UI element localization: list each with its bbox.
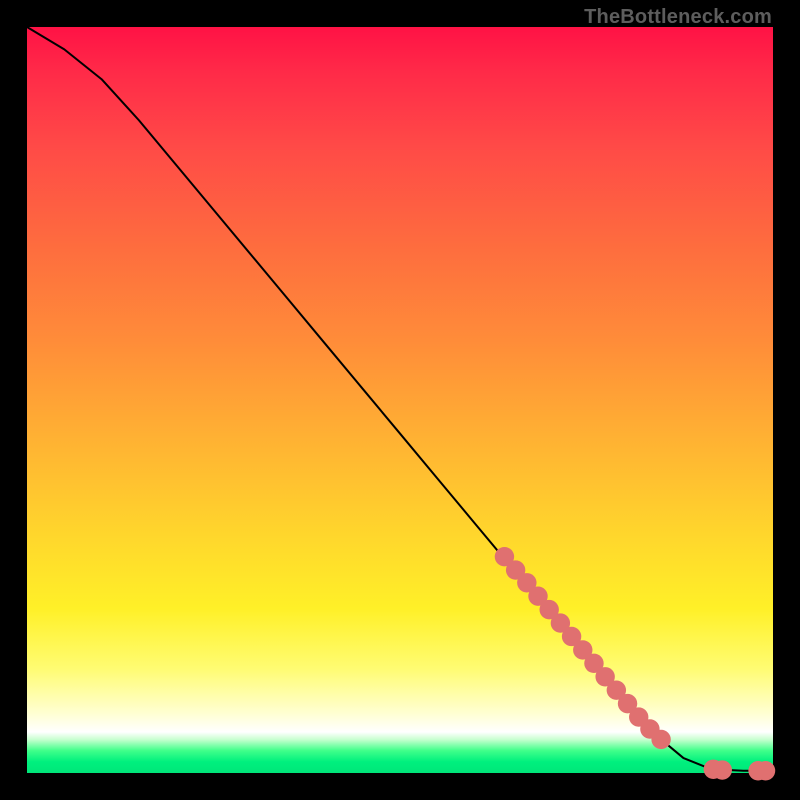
chart-frame: TheBottleneck.com xyxy=(0,0,800,800)
data-marker xyxy=(713,760,732,779)
attribution-text: TheBottleneck.com xyxy=(584,6,772,29)
chart-svg xyxy=(27,27,773,773)
curve-line xyxy=(27,27,773,771)
plot-area xyxy=(27,27,773,773)
data-marker xyxy=(651,730,670,749)
markers-group xyxy=(495,547,776,781)
data-marker xyxy=(756,761,775,780)
